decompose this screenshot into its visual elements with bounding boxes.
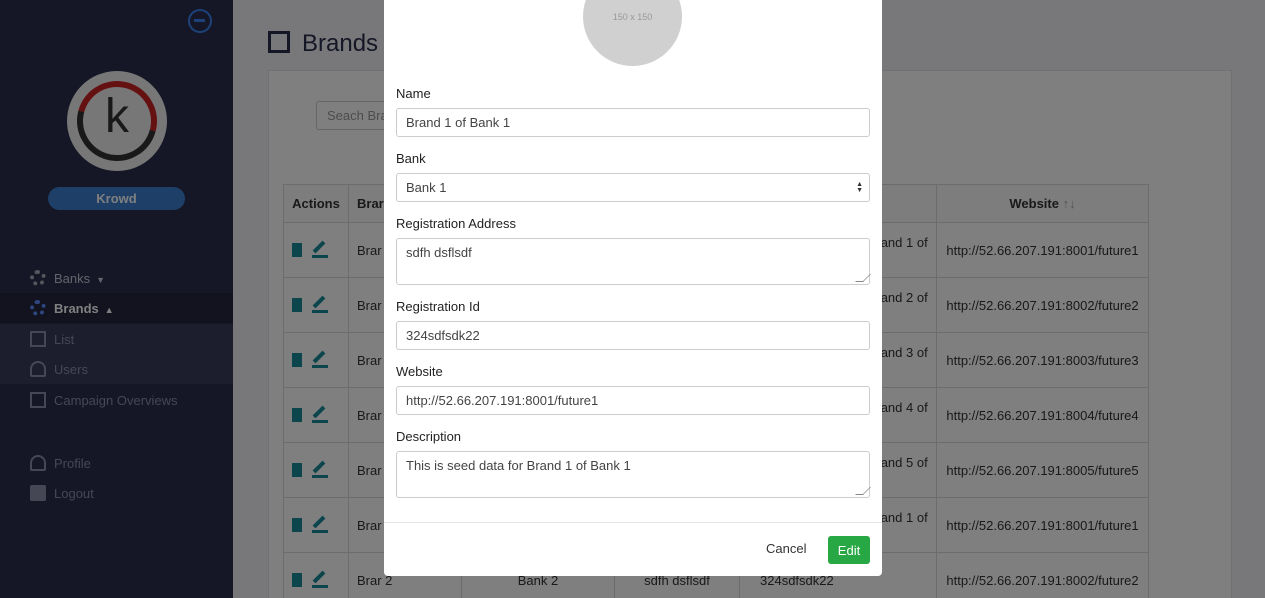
select-arrows-icon: ▲ ▼ — [856, 181, 863, 194]
name-label: Name — [396, 86, 431, 101]
registration-id-field[interactable]: 324sdfsdk22 — [396, 321, 870, 350]
registration-address-label: Registration Address — [396, 216, 516, 231]
website-label: Website — [396, 364, 443, 379]
description-label: Description — [396, 429, 462, 444]
modal-footer: Cancel Edit — [384, 522, 882, 576]
description-field[interactable]: This is seed data for Brand 1 of Bank 1 — [396, 451, 871, 498]
bank-select[interactable]: Bank 1 ▲ ▼ — [396, 173, 870, 202]
bank-label: Bank — [396, 151, 426, 166]
edit-button[interactable]: Edit — [828, 536, 870, 564]
registration-address-field[interactable]: sdfh dsflsdf — [396, 238, 871, 285]
edit-brand-modal: 150 x 150 Name Brand 1 of Bank 1 Bank Ba… — [384, 0, 882, 576]
registration-id-label: Registration Id — [396, 299, 480, 314]
cancel-button[interactable]: Cancel — [766, 541, 806, 556]
name-field[interactable]: Brand 1 of Bank 1 — [396, 108, 870, 137]
resize-handle-icon[interactable] — [855, 487, 871, 495]
brand-image-placeholder[interactable]: 150 x 150 — [583, 0, 682, 66]
website-field[interactable]: http://52.66.207.191:8001/future1 — [396, 386, 870, 415]
resize-handle-icon[interactable] — [855, 274, 871, 282]
